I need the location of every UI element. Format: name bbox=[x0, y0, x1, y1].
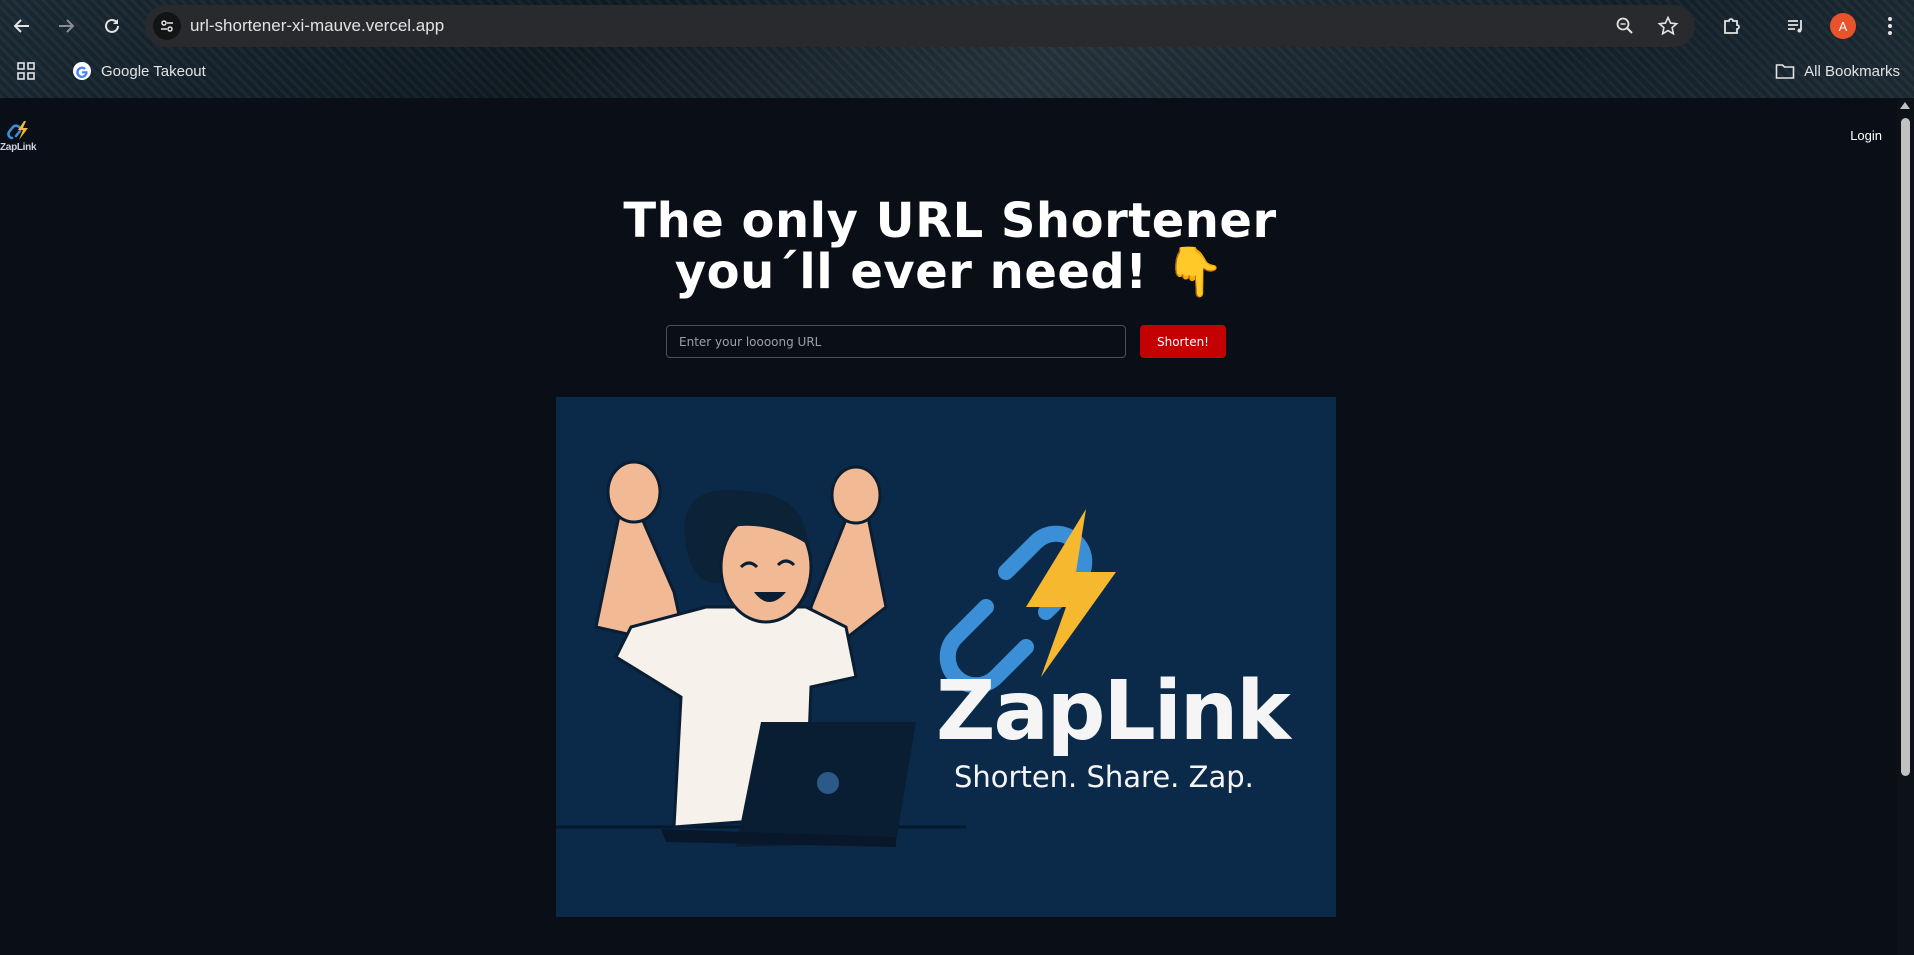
apps-grid-icon[interactable] bbox=[16, 61, 36, 86]
reload-icon bbox=[105, 18, 119, 33]
media-control-button[interactable] bbox=[1780, 10, 1812, 42]
media-queue-icon bbox=[1788, 20, 1802, 33]
bookmark-google-takeout[interactable]: Google Takeout bbox=[72, 58, 206, 84]
logo-text: ZapLink bbox=[0, 142, 37, 153]
zoom-icon[interactable] bbox=[1615, 16, 1635, 41]
scroll-thumb[interactable] bbox=[1901, 118, 1910, 776]
link-bolt-icon bbox=[7, 121, 28, 140]
shorten-button[interactable]: Shorten! bbox=[1140, 325, 1226, 358]
celebrating-person-illustration bbox=[556, 460, 1116, 847]
all-bookmarks-label: All Bookmarks bbox=[1804, 62, 1900, 80]
back-button[interactable] bbox=[6, 10, 38, 42]
forward-button[interactable] bbox=[50, 10, 82, 42]
kebab-menu-icon bbox=[1888, 17, 1892, 35]
site-info-icon[interactable] bbox=[153, 12, 181, 40]
profile-avatar[interactable]: A bbox=[1830, 13, 1856, 39]
google-icon bbox=[73, 62, 91, 80]
extensions-button[interactable] bbox=[1716, 10, 1748, 42]
scroll-up-icon[interactable] bbox=[1900, 102, 1910, 109]
long-url-input[interactable] bbox=[666, 325, 1126, 358]
headline-line-1: The only URL Shortener bbox=[623, 193, 1277, 249]
folder-icon bbox=[1775, 64, 1795, 79]
banner-tagline: Shorten. Share. Zap. bbox=[954, 760, 1254, 794]
banner-brand-name: ZapLink bbox=[936, 664, 1291, 759]
forward-arrow-icon bbox=[59, 19, 75, 33]
pointing-down-icon: 👇 bbox=[1164, 244, 1226, 300]
login-link[interactable]: Login bbox=[1850, 128, 1882, 143]
url-text[interactable]: url-shortener-xi-mauve.vercel.app bbox=[190, 16, 444, 36]
page-headline: The only URL Shortener you´ll ever need!… bbox=[560, 196, 1340, 298]
reload-button[interactable] bbox=[96, 10, 128, 42]
bookmark-label: Google Takeout bbox=[101, 62, 206, 80]
back-arrow-icon bbox=[13, 19, 29, 33]
extensions-icon bbox=[1724, 18, 1740, 34]
bookmarks-bar: Google Takeout All Bookmarks bbox=[0, 55, 1914, 87]
address-bar[interactable]: url-shortener-xi-mauve.vercel.app bbox=[145, 5, 1695, 47]
hero-banner: ZapLink Shorten. Share. Zap. bbox=[556, 397, 1336, 917]
browser-menu-button[interactable] bbox=[1874, 10, 1906, 42]
bookmark-star-icon[interactable] bbox=[1657, 15, 1679, 42]
all-bookmarks-button[interactable]: All Bookmarks bbox=[1775, 58, 1900, 84]
page-scrollbar[interactable] bbox=[1897, 98, 1914, 955]
browser-chrome: url-shortener-xi-mauve.vercel.app A Goog… bbox=[0, 0, 1914, 98]
page-content: ZapLink Login The only URL Shortener you… bbox=[0, 98, 1897, 955]
headline-line-2: you´ll ever need! bbox=[674, 244, 1148, 300]
